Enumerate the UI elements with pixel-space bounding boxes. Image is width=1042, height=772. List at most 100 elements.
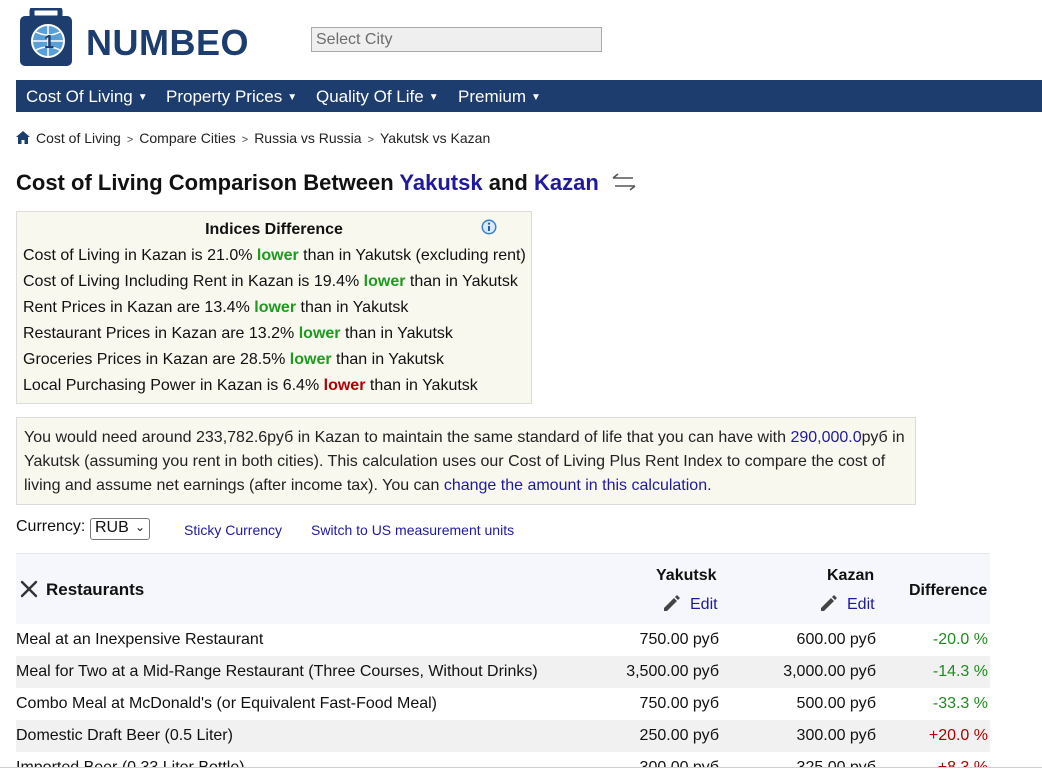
index-text: Groceries Prices in Kazan are 28.5% [23,351,286,368]
price-kazan: 600.00 руб [796,631,876,648]
indices-row: Cost of Living in Kazan is 21.0% lower t… [23,247,526,265]
price-yakutsk: 3,500.00 руб [626,663,719,680]
title-city-1[interactable]: Yakutsk [399,170,482,195]
page-title: Cost of Living Comparison Between Yakuts… [16,170,637,196]
price-kazan: 3,000.00 руб [783,663,876,680]
search-city-input[interactable]: Select City [311,27,602,52]
caret-down-icon: ▼ [428,92,439,103]
index-text: than in Yakutsk (excluding rent) [303,247,526,264]
indices-row: Groceries Prices in Kazan are 28.5% lowe… [23,351,444,369]
price-yakutsk: 300.00 руб [640,759,719,767]
indices-row: Cost of Living Including Rent in Kazan i… [23,273,518,291]
item-name: Combo Meal at McDonald's (or Equivalent … [16,695,437,712]
col-header-difference: Difference [909,582,988,599]
nav-label: Cost Of Living [26,87,133,106]
breadcrumb-item[interactable]: Compare Cities [139,130,235,146]
breadcrumb-item[interactable]: Yakutsk vs Kazan [380,130,490,146]
index-direction: lower [289,351,332,368]
nav-cost-of-living[interactable]: Cost Of Living ▼ [26,87,148,107]
indices-row: Rent Prices in Kazan are 13.4% lower tha… [23,299,408,317]
index-direction: lower [298,325,341,342]
item-name: Meal for Two at a Mid-Range Restaurant (… [16,663,538,680]
main-navbar: Cost Of Living ▼ Property Prices ▼ Quality… [16,80,1042,112]
index-direction: lower [256,247,299,264]
indices-difference-box: Indices Difference Cost of Living in Kaz… [16,211,532,404]
price-yakutsk: 750.00 руб [639,695,719,712]
swap-cities-icon[interactable] [611,172,637,192]
chevron-down-icon: ⌄ [134,520,145,534]
nav-premium[interactable]: Premium ▼ [458,87,541,107]
price-difference: +20.0 % [928,727,988,744]
index-direction: lower [363,273,406,290]
table-row: Domestic Draft Beer (0.5 Liter) 250.00 р… [16,720,990,752]
index-text: than in Yakutsk [336,351,444,368]
title-city-2[interactable]: Kazan [534,170,599,195]
index-text: than in Yakutsk [344,325,453,342]
item-name: Imported Beer (0.33 Liter Bottle) [16,759,245,767]
fork-knife-icon [20,580,38,598]
info-icon[interactable] [481,219,497,235]
change-amount-link[interactable]: change the amount in this calculation. [444,477,712,494]
index-text: Restaurant Prices in Kazan are 13.2% [23,325,295,342]
item-name: Domestic Draft Beer (0.5 Liter) [16,727,233,744]
price-kazan: 500.00 руб [796,695,876,712]
index-text: Cost of Living in Kazan is 21.0% [23,247,253,264]
table-row: Imported Beer (0.33 Liter Bottle) 300.00… [16,752,990,767]
amount-link[interactable]: 290,000.0 [790,429,861,446]
edit-kazan-button[interactable]: Edit [819,594,875,614]
price-difference: -14.3 % [932,663,988,680]
nav-label: Property Prices [166,87,283,106]
edit-label: Edit [847,596,875,613]
equivalent-salary-box: You would need around 233,782.6руб in Ka… [16,417,916,505]
currency-label: Currency: [16,518,86,535]
nav-label: Quality Of Life [316,87,424,106]
index-text: Cost of Living Including Rent in Kazan i… [23,273,360,290]
table-header: Restaurants Yakutsk Kazan Difference Edi… [16,553,990,624]
window-bottom-edge [0,767,1042,772]
currency-select[interactable]: RUB ⌄ [90,518,150,540]
price-difference: +8.3 % [938,759,988,767]
nav-property-prices[interactable]: Property Prices ▼ [166,87,297,107]
title-and: and [488,170,528,195]
item-name: Meal at an Inexpensive Restaurant [16,631,264,648]
pencil-icon [821,595,837,611]
table-row: Combo Meal at McDonald's (or Equivalent … [16,688,990,720]
index-text: Local Purchasing Power in Kazan is 6.4% [23,377,320,394]
indices-heading: Indices Difference [205,221,343,238]
edit-yakutsk-button[interactable]: Edit [662,594,718,614]
nav-quality-of-life[interactable]: Quality Of Life ▼ [316,87,439,107]
price-kazan: 325.00 руб [797,759,876,767]
logo-suitcase-icon: 1 [20,8,72,66]
col-header-kazan: Kazan [827,567,875,584]
chevron-right-icon: > [367,134,374,146]
header: 1 NUMBEO Select City [0,0,1042,80]
breadcrumb-item[interactable]: Cost of Living [36,130,121,146]
numbeo-logo[interactable]: 1 NUMBEO [18,8,258,70]
index-direction: lower [254,299,297,316]
price-difference: -33.3 % [932,695,988,712]
nav-label: Premium [458,87,527,106]
svg-text:1: 1 [44,32,54,52]
switch-units-link[interactable]: Switch to US measurement units [311,522,514,538]
home-icon[interactable] [16,131,30,144]
index-direction: lower [323,377,366,394]
sticky-currency-link[interactable]: Sticky Currency [184,522,282,538]
col-header-yakutsk: Yakutsk [656,567,717,584]
indices-row: Local Purchasing Power in Kazan is 6.4% … [23,377,478,395]
category-restaurants: Restaurants [20,580,144,600]
logo-text: NUMBEO [86,22,249,63]
need-text: You would need around 233,782.6руб in Ka… [24,429,786,446]
breadcrumb-item[interactable]: Russia vs Russia [254,130,361,146]
currency-row: Currency: RUB ⌄ Sticky Currency Switch to… [16,518,616,542]
index-text: than in Yakutsk [300,299,409,316]
title-prefix: Cost of Living Comparison Between [16,170,394,195]
category-label: Restaurants [46,580,145,599]
price-kazan: 300.00 руб [796,727,876,744]
caret-down-icon: ▼ [137,92,148,103]
price-difference: -20.0 % [932,631,988,648]
breadcrumb: Cost of Living > Compare Cities > Russia vs … [16,130,490,146]
table-row: Meal at an Inexpensive Restaurant 750.00… [16,624,990,656]
index-text: Rent Prices in Kazan are 13.4% [23,299,250,316]
indices-row: Restaurant Prices in Kazan are 13.2% low… [23,325,453,343]
chevron-right-icon: > [241,134,249,146]
